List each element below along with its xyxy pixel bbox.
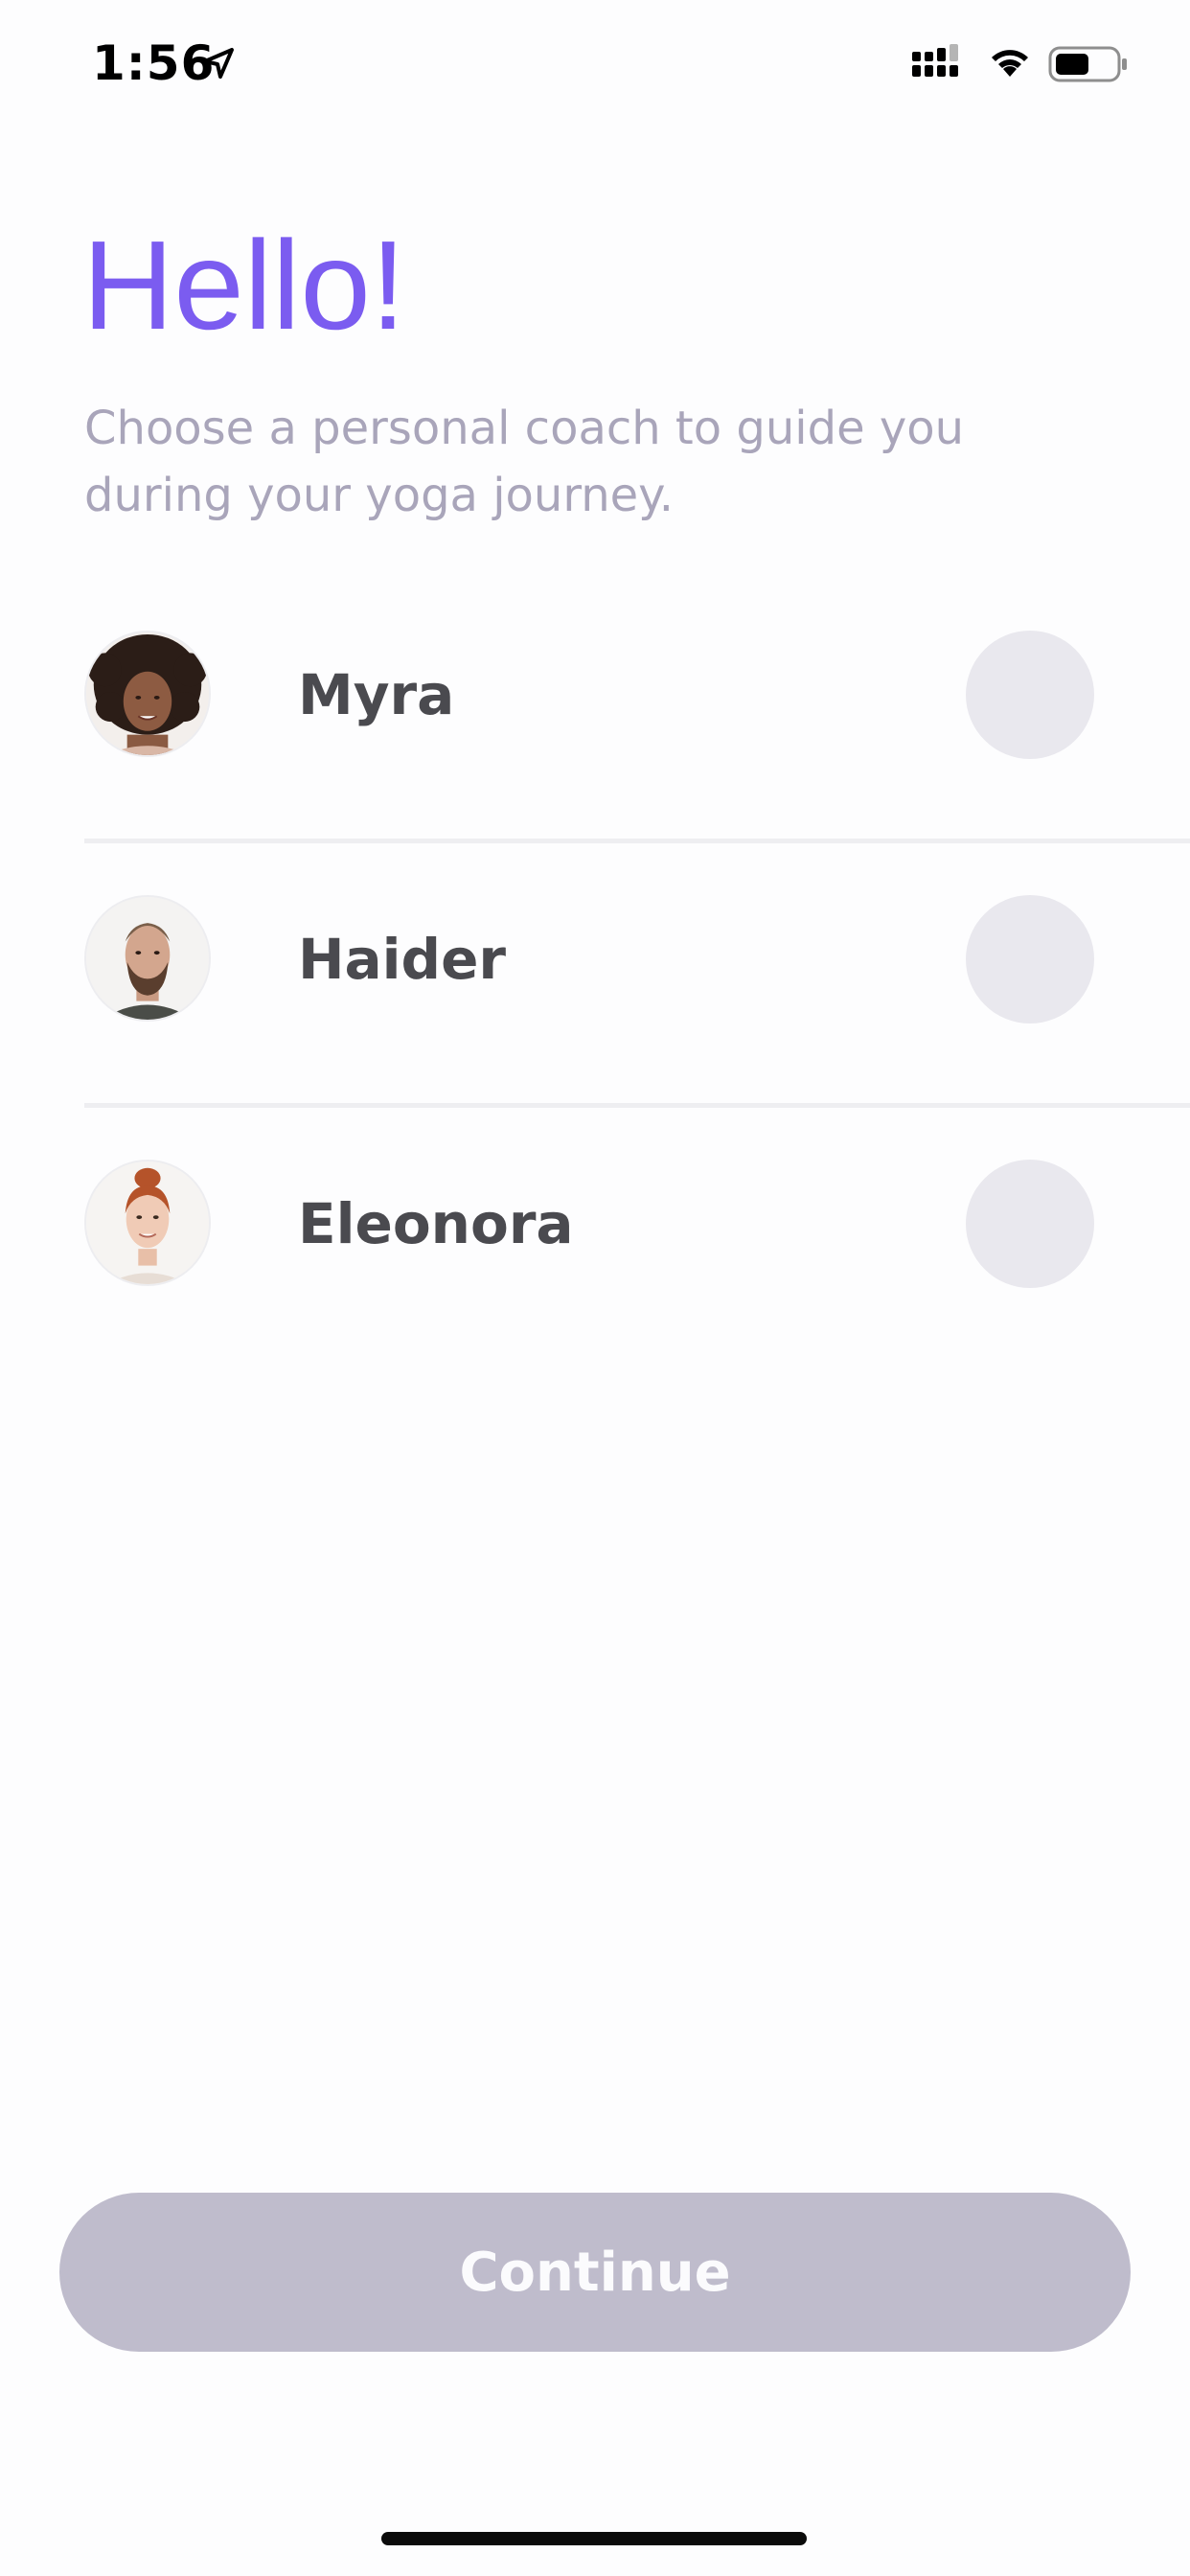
location-arrow-icon (203, 48, 234, 79)
coach-name-myra: Myra (298, 662, 455, 727)
coach-radio-myra[interactable] (966, 631, 1094, 759)
wifi-icon (992, 50, 1028, 77)
coach-radio-haider[interactable] (966, 895, 1094, 1024)
page-subtitle: Choose a personal coach to guide you dur… (84, 402, 965, 522)
coach-avatar-myra (84, 631, 211, 757)
coach-avatar-haider (84, 895, 211, 1022)
coach-avatar-eleonora (84, 1160, 211, 1286)
coach-name-eleonora: Eleonora (298, 1191, 574, 1256)
coach-list: Myra Haider Eleonora (0, 579, 1190, 1372)
coach-row-myra[interactable]: Myra (0, 579, 1190, 843)
battery-icon (1048, 46, 1127, 82)
coach-radio-eleonora[interactable] (966, 1160, 1094, 1288)
status-bar: 1:56 (0, 0, 1190, 125)
page-title: Hello! (82, 215, 406, 356)
coach-name-haider: Haider (298, 927, 507, 992)
coach-row-eleonora[interactable]: Eleonora (0, 1108, 1190, 1372)
coach-row-haider[interactable]: Haider (0, 843, 1190, 1108)
cellular-signal-icon (912, 44, 958, 77)
status-time: 1:56 (92, 35, 216, 91)
continue-button[interactable]: Continue (59, 2193, 1131, 2352)
home-indicator[interactable] (381, 2532, 807, 2545)
